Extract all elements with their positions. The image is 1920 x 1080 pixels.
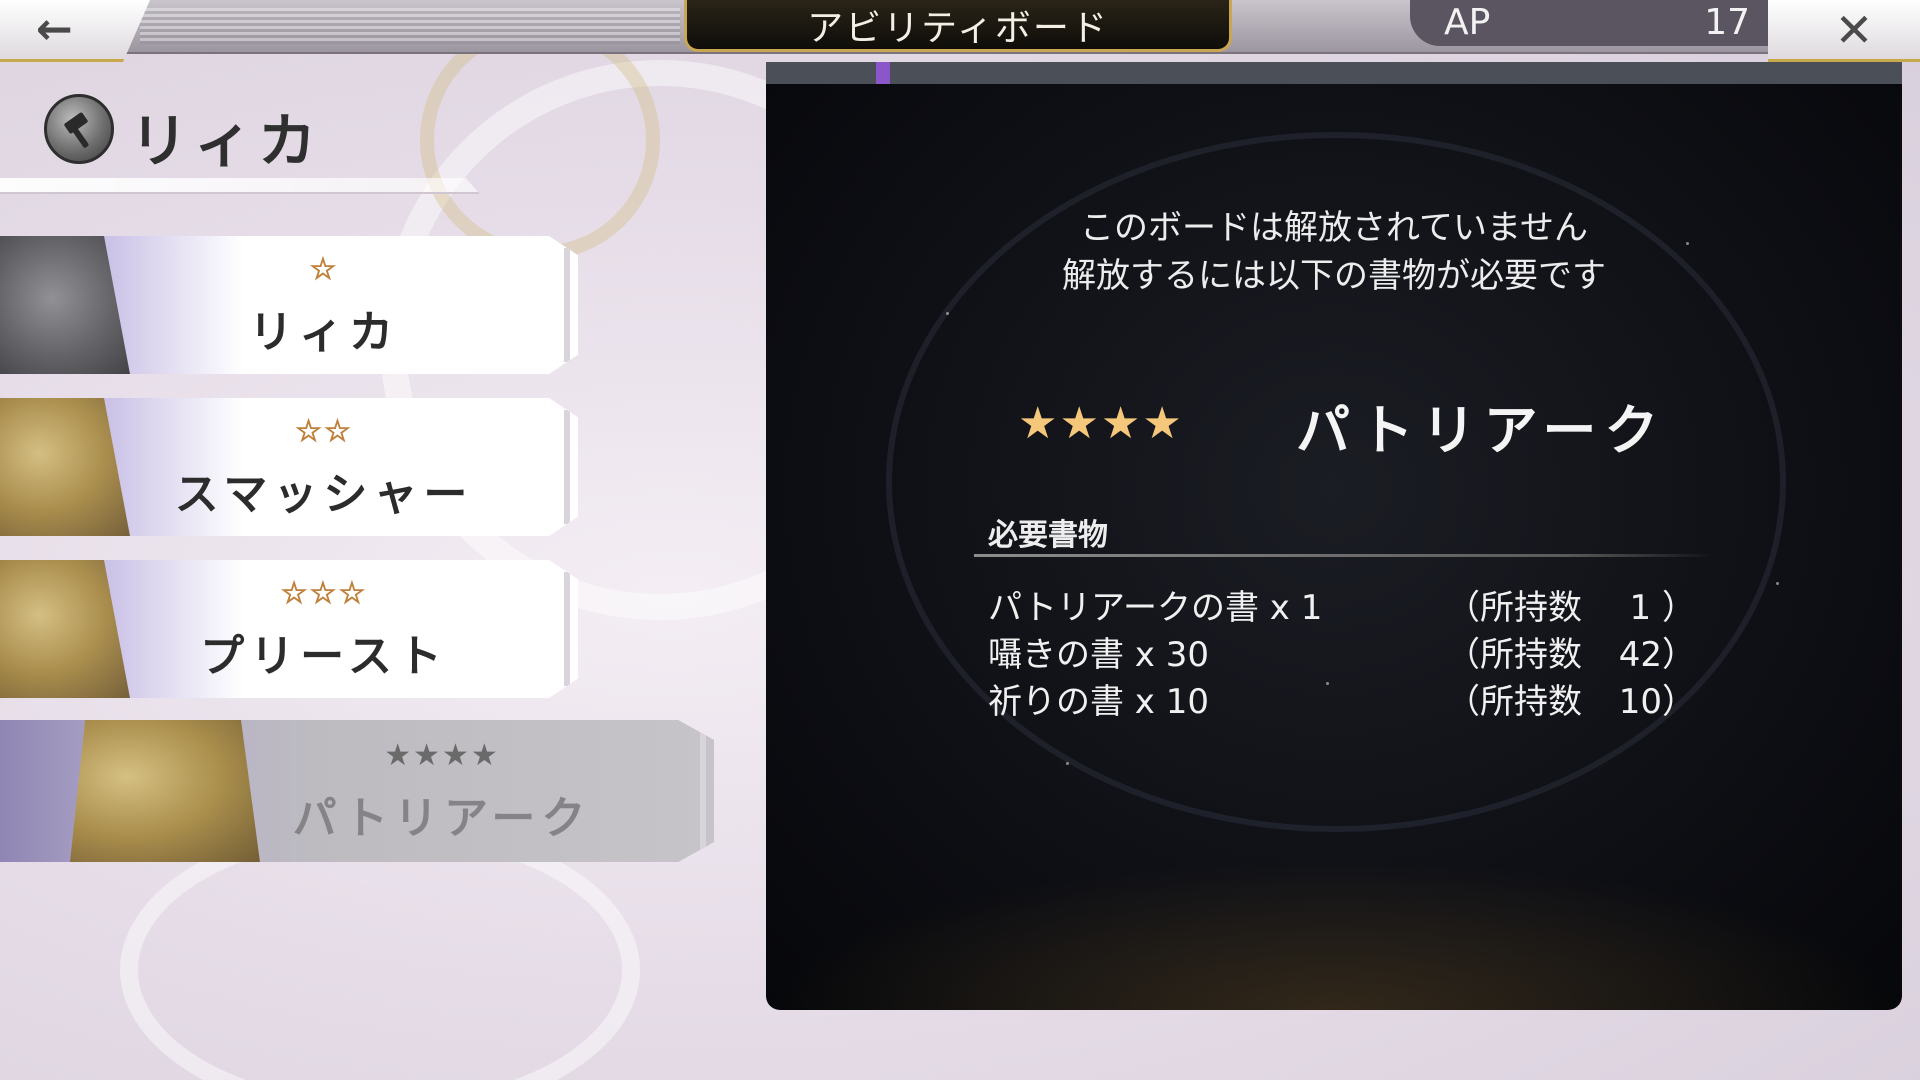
ap-value: 17	[1704, 2, 1750, 43]
owned-count-label: （所持数	[1446, 635, 1582, 675]
job-name: プリースト	[200, 631, 448, 682]
panel-top-strip	[766, 62, 1902, 84]
owned-count-label: （所持数	[1446, 682, 1582, 722]
back-arrow-icon: ←	[36, 4, 73, 55]
featured-job-stars: ★★★★	[1018, 398, 1184, 449]
featured-job: ★★★★ パトリアーク	[766, 380, 1902, 462]
job-card-patriarch[interactable]: ★★★★ パトリアーク	[0, 720, 714, 862]
owned-count-value: 1 ）	[1629, 588, 1696, 628]
job-rank-stars: ☆	[309, 252, 339, 288]
requirements-divider	[974, 554, 1714, 557]
panel-ornament	[766, 860, 1902, 1010]
sparkle	[1776, 582, 1779, 585]
job-rank-stars: ★★★★	[384, 738, 500, 773]
list-item: 囁きの書 x 30 （所持数 42）	[988, 627, 1748, 675]
close-icon: ✕	[1834, 2, 1874, 57]
character-name: リィカ	[130, 107, 323, 175]
owned-count-value: 42）	[1618, 635, 1696, 675]
list-item: 祈りの書 x 10 （所持数 10）	[988, 674, 1748, 722]
requirements-list: パトリアークの書 x 1 （所持数 1 ） 囁きの書 x 30 （所持数 42）…	[988, 580, 1748, 722]
screen-title-text: アビリティボード	[807, 7, 1109, 49]
job-card-smasher[interactable]: ☆☆ スマッシャー	[0, 398, 578, 536]
job-card-rika[interactable]: ☆ リィカ	[0, 236, 578, 374]
top-bar-stripes	[140, 8, 680, 44]
requirements-header: 必要書物	[988, 518, 1108, 553]
owned-count-value: 10）	[1618, 682, 1696, 722]
job-name: スマッシャー	[174, 469, 474, 520]
character-divider	[0, 178, 480, 194]
close-button[interactable]: ✕	[1768, 0, 1920, 62]
owned-count-label: （所持数	[1446, 588, 1582, 628]
job-rank-stars: ☆☆☆	[280, 576, 368, 612]
job-name: リィカ	[249, 307, 399, 358]
job-rank-stars: ☆☆	[295, 414, 353, 450]
list-item: パトリアークの書 x 1 （所持数 1 ）	[988, 580, 1748, 628]
character-header: リィカ	[0, 80, 470, 180]
hammer-emblem-icon	[44, 94, 114, 164]
unlock-notice: このボードは解放されていません 解放するには以下の書物が必要です	[766, 204, 1902, 300]
sparkle	[1066, 762, 1069, 765]
required-book-name: 祈りの書 x 10	[988, 682, 1209, 722]
ap-label: AP	[1444, 2, 1491, 43]
ap-display: AP 17	[1410, 0, 1790, 46]
job-name: パトリアーク	[292, 793, 592, 844]
required-book-name: 囁きの書 x 30	[988, 635, 1209, 675]
required-book-name: パトリアークの書 x 1	[988, 588, 1323, 628]
unlock-notice-line2: 解放するには以下の書物が必要です	[1062, 256, 1606, 296]
job-card-priest[interactable]: ☆☆☆ プリースト	[0, 560, 578, 698]
panel-accent-marker	[876, 62, 890, 84]
sparkle	[946, 312, 949, 315]
featured-job-name: パトリアーク	[1296, 398, 1667, 462]
unlock-notice-line1: このボードは解放されていません	[1080, 208, 1588, 248]
ability-board-panel: このボードは解放されていません 解放するには以下の書物が必要です ★★★★ パト…	[766, 62, 1902, 1010]
screen-title: アビリティボード	[684, 0, 1232, 52]
